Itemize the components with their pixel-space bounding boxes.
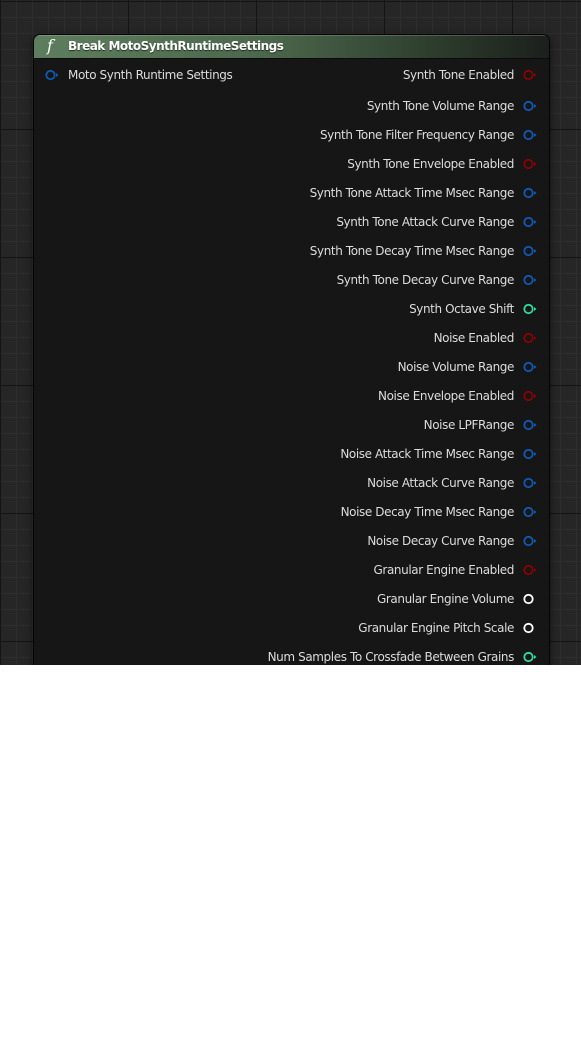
output-pin-label: Noise Attack Curve Range	[367, 476, 514, 490]
output-pin-label: Granular Engine Pitch Scale	[358, 621, 514, 635]
boolean-pin-icon[interactable]	[523, 69, 537, 81]
boolean-pin-icon[interactable]	[523, 158, 537, 170]
output-pin-synth-tone-decay-time-msec-range[interactable]: Synth Tone Decay Time Msec Range	[34, 243, 549, 259]
output-pin-noise-envelope-enabled[interactable]: Noise Envelope Enabled	[34, 388, 549, 404]
output-pin-granular-engine-volume[interactable]: Granular Engine Volume	[34, 591, 549, 607]
node-header[interactable]: f Break MotoSynthRuntimeSettings	[34, 35, 549, 59]
output-pin-label: Synth Tone Envelope Enabled	[347, 157, 514, 171]
output-pin-synth-tone-enabled[interactable]: Synth Tone Enabled	[34, 67, 549, 83]
output-pin-synth-tone-decay-curve-range[interactable]: Synth Tone Decay Curve Range	[34, 272, 549, 288]
output-pin-label: Noise LPFRange	[423, 418, 515, 432]
break-struct-node[interactable]: f Break MotoSynthRuntimeSettings Moto Sy…	[33, 34, 550, 665]
output-pin-noise-decay-time-msec-range[interactable]: Noise Decay Time Msec Range	[34, 504, 549, 520]
output-pin-noise-decay-curve-range[interactable]: Noise Decay Curve Range	[34, 533, 549, 549]
output-pin-label: Noise Envelope Enabled	[378, 389, 514, 403]
node-title: Break MotoSynthRuntimeSettings	[68, 39, 284, 53]
output-pin-synth-tone-filter-frequency-range[interactable]: Synth Tone Filter Frequency Range	[34, 127, 549, 143]
float-pin-icon[interactable]	[523, 593, 537, 605]
struct-pin-icon[interactable]	[523, 129, 537, 141]
integer-pin-icon[interactable]	[523, 651, 537, 663]
output-pin-label: Synth Tone Attack Time Msec Range	[309, 186, 515, 200]
output-pin-label: Synth Tone Decay Curve Range	[336, 273, 515, 287]
output-pin-label: Noise Decay Time Msec Range	[340, 505, 515, 519]
boolean-pin-icon[interactable]	[523, 332, 537, 344]
boolean-pin-icon[interactable]	[523, 564, 537, 576]
struct-pin-icon[interactable]	[523, 100, 537, 112]
output-pin-label: Num Samples To Crossfade Between Grains	[267, 650, 515, 664]
output-pin-label: Synth Tone Filter Frequency Range	[319, 128, 514, 142]
struct-pin-icon[interactable]	[523, 274, 537, 286]
output-pin-label: Synth Tone Volume Range	[366, 99, 515, 113]
output-pin-noise-enabled[interactable]: Noise Enabled	[34, 330, 549, 346]
boolean-pin-icon[interactable]	[523, 390, 537, 402]
struct-pin-icon[interactable]	[523, 535, 537, 547]
float-pin-icon[interactable]	[523, 622, 537, 634]
output-pin-synth-tone-envelope-enabled[interactable]: Synth Tone Envelope Enabled	[34, 156, 549, 172]
output-pin-synth-tone-attack-time-msec-range[interactable]: Synth Tone Attack Time Msec Range	[34, 185, 549, 201]
blueprint-graph-canvas[interactable]: f Break MotoSynthRuntimeSettings Moto Sy…	[0, 0, 581, 665]
output-pin-synth-tone-volume-range[interactable]: Synth Tone Volume Range	[34, 98, 549, 114]
output-pin-noise-volume-range[interactable]: Noise Volume Range	[34, 359, 549, 375]
output-pin-granular-engine-pitch-scale[interactable]: Granular Engine Pitch Scale	[34, 620, 549, 636]
output-pin-label: Synth Tone Enabled	[402, 68, 515, 82]
output-pin-label: Synth Octave Shift	[409, 302, 514, 316]
output-pin-label: Granular Engine Enabled	[373, 563, 515, 577]
output-pin-label: Synth Tone Attack Curve Range	[336, 215, 514, 229]
output-pin-label: Granular Engine Volume	[376, 592, 514, 606]
output-pin-label: Noise Enabled	[433, 331, 515, 345]
output-pin-noise-attack-time-msec-range[interactable]: Noise Attack Time Msec Range	[34, 446, 549, 462]
output-pin-noise-lpfrange[interactable]: Noise LPFRange	[34, 417, 549, 433]
integer-pin-icon[interactable]	[523, 303, 537, 315]
output-pin-noise-attack-curve-range[interactable]: Noise Attack Curve Range	[34, 475, 549, 491]
output-pin-label: Noise Attack Time Msec Range	[340, 447, 514, 461]
struct-pin-icon[interactable]	[523, 506, 537, 518]
struct-pin-icon[interactable]	[523, 477, 537, 489]
output-pin-label: Noise Decay Curve Range	[367, 534, 514, 548]
struct-pin-icon[interactable]	[523, 448, 537, 460]
output-pin-synth-tone-attack-curve-range[interactable]: Synth Tone Attack Curve Range	[34, 214, 549, 230]
output-pin-num-samples-to-crossfade-between-grains[interactable]: Num Samples To Crossfade Between Grains	[34, 649, 549, 665]
output-pin-label: Noise Volume Range	[397, 360, 515, 374]
struct-pin-icon[interactable]	[523, 216, 537, 228]
struct-pin-icon[interactable]	[523, 187, 537, 199]
struct-pin-icon[interactable]	[523, 245, 537, 257]
function-icon: f	[47, 36, 53, 55]
struct-pin-icon[interactable]	[523, 419, 537, 431]
output-pin-granular-engine-enabled[interactable]: Granular Engine Enabled	[34, 562, 549, 578]
output-pin-label: Synth Tone Decay Time Msec Range	[309, 244, 515, 258]
output-pin-synth-octave-shift[interactable]: Synth Octave Shift	[34, 301, 549, 317]
struct-pin-icon[interactable]	[523, 361, 537, 373]
